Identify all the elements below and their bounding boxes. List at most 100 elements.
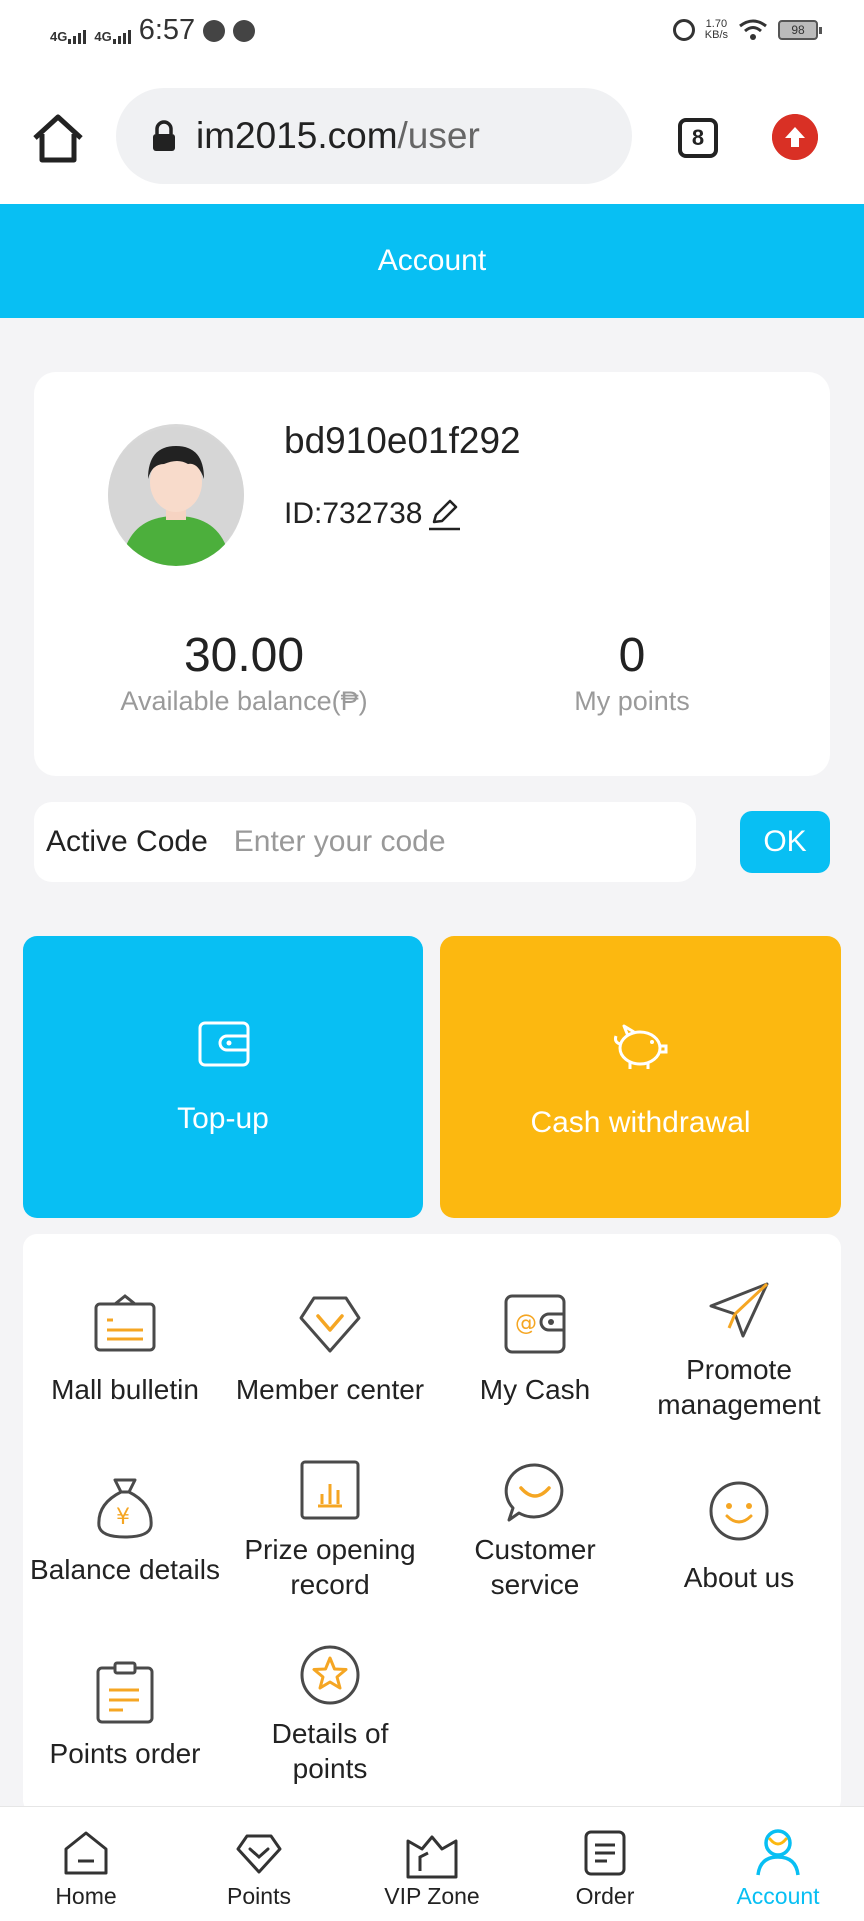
nav-item-points[interactable]: Points [189, 1807, 329, 1921]
topup-button[interactable]: Top-up [23, 936, 423, 1218]
bar-chart-icon [300, 1460, 360, 1520]
active-code-row: Active Code [34, 802, 696, 882]
page-header: Account [0, 204, 864, 318]
status-right: 1.70 KB/s 98 [672, 18, 822, 42]
signal-icon-2: 4G [94, 18, 131, 44]
menu-label-line2: management [657, 1389, 821, 1420]
messenger-icon [203, 19, 226, 42]
menu-item-details-of-points[interactable]: Details of points [228, 1644, 432, 1786]
paper-plane-icon [709, 1282, 769, 1338]
diamond-icon [299, 1296, 361, 1353]
menu-item-points-order[interactable]: Points order [23, 1660, 227, 1771]
page-title: Account [377, 244, 487, 277]
edit-icon[interactable] [426, 496, 462, 532]
url-text: im2015.com/user [196, 115, 480, 157]
menu-item-about-us[interactable]: About us [637, 1480, 841, 1595]
battery-icon: 98 [778, 20, 822, 40]
bottom-navigation: Home Points VIP Zone Order Account [0, 1806, 864, 1921]
menu-label: Details of points [228, 1716, 432, 1786]
menu-label-line1: Promote [686, 1354, 792, 1385]
smile-icon [709, 1481, 769, 1541]
piggy-bank-icon [614, 1024, 668, 1069]
speed-unit: KB/s [704, 29, 728, 41]
menu-label: About us [683, 1562, 795, 1593]
menu-label-line2: points [292, 1753, 368, 1784]
nav-item-vip-zone[interactable]: VIP Zone [362, 1807, 502, 1921]
money-bag-icon: ¥ [97, 1478, 153, 1539]
tab-switcher-button[interactable]: 8 [678, 118, 718, 158]
clock: 6:57 [138, 14, 196, 46]
wallet-icon: @ [504, 1294, 566, 1354]
menu-item-member-center[interactable]: Member center [228, 1294, 432, 1407]
ok-label: OK [763, 825, 807, 858]
menu-item-mall-bulletin[interactable]: Mall bulletin [23, 1294, 227, 1407]
nav-item-account[interactable]: Account [708, 1807, 848, 1921]
diamond-icon [236, 1834, 282, 1874]
nav-item-order[interactable]: Order [535, 1807, 675, 1921]
avatar[interactable] [108, 424, 244, 566]
nav-label: Order [575, 1883, 635, 1909]
menu-item-balance-details[interactable]: ¥ Balance details [23, 1476, 227, 1587]
crown-box-icon [406, 1835, 458, 1879]
message-icon [233, 19, 256, 42]
network-type-2: 4G [94, 28, 112, 44]
person-icon [756, 1829, 800, 1876]
cash-withdrawal-button[interactable]: Cash withdrawal [440, 936, 841, 1218]
chat-bubble-icon [504, 1463, 564, 1522]
menu-label-line1: Details of [271, 1718, 389, 1749]
home-icon [64, 1831, 108, 1875]
menu-label: Prize opening record [228, 1532, 432, 1602]
menu-label-line2: service [490, 1569, 580, 1600]
tab-count: 8 [691, 125, 705, 150]
signal-icon: 4G [50, 18, 87, 44]
menu-label: Customer service [433, 1532, 637, 1602]
points-label: My points [574, 686, 690, 716]
user-id: ID:732738 [284, 496, 462, 532]
status-bar: 4G 4G 6:57 1.70 KB/s 98 [0, 0, 864, 70]
active-code-label: Active Code [46, 825, 208, 858]
svg-text:¥: ¥ [116, 1505, 130, 1530]
nav-item-home[interactable]: Home [16, 1807, 156, 1921]
clipboard-icon [96, 1661, 154, 1724]
ok-button[interactable]: OK [740, 811, 830, 873]
wifi-icon [739, 19, 767, 40]
nav-label: Home [55, 1883, 117, 1909]
lock-icon [153, 120, 175, 151]
points-stat: 0 My points [522, 628, 742, 717]
balance-value: 30.00 [183, 629, 305, 682]
menu-item-promote-management[interactable]: Promote management [637, 1280, 841, 1422]
menu-label: Mall bulletin [51, 1374, 199, 1405]
username: bd910e01f292 [284, 420, 521, 461]
wallet-card-icon [198, 1021, 250, 1067]
status-left: 4G 4G 6:57 [50, 14, 256, 47]
network-speed: 1.70 KB/s [705, 19, 728, 41]
balance-label: Available balance(₱) [120, 686, 368, 716]
menu-label-line1: Prize opening [244, 1534, 416, 1565]
menu-label: Member center [235, 1374, 425, 1405]
bulletin-board-icon [94, 1294, 156, 1352]
menu-item-customer-service[interactable]: Customer service [433, 1462, 637, 1602]
balance-stat: 30.00 Available balance(₱) [114, 628, 374, 717]
points-value: 0 [618, 629, 646, 682]
browser-home-icon[interactable] [30, 112, 86, 164]
menu-item-prize-opening-record[interactable]: Prize opening record [228, 1460, 432, 1602]
url-domain: im2015.com [196, 115, 398, 156]
menu-item-my-cash[interactable]: @ My Cash [433, 1294, 637, 1407]
document-icon [584, 1830, 626, 1876]
menu-label-line1: Customer [474, 1534, 596, 1565]
active-code-input[interactable] [231, 824, 656, 860]
svg-text:@: @ [515, 1311, 537, 1336]
star-icon [300, 1645, 360, 1705]
menu-label: Points order [49, 1738, 201, 1769]
alarm-icon [672, 19, 695, 41]
address-bar[interactable]: im2015.com/user [116, 88, 632, 184]
nav-label: Points [227, 1883, 291, 1909]
url-path: /user [397, 115, 480, 156]
nav-label: Account [736, 1883, 820, 1909]
cash-withdrawal-label: Cash withdrawal [530, 1106, 751, 1139]
browser-update-icon[interactable] [772, 114, 818, 160]
profile-card: bd910e01f292 ID:732738 30.00 Available b… [34, 372, 830, 776]
topup-label: Top-up [177, 1102, 269, 1135]
battery-level: 98 [791, 23, 805, 37]
menu-label: My Cash [479, 1374, 591, 1405]
